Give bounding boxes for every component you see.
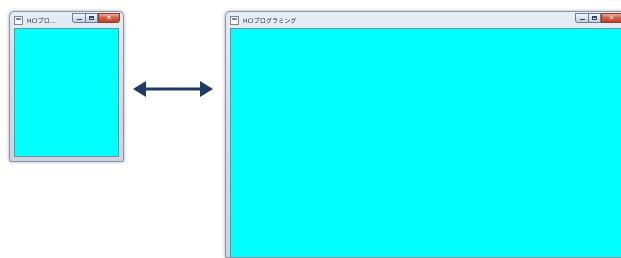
large-close-button[interactable]: ✕ (601, 13, 621, 23)
small-window-caption-buttons: ✕ (72, 13, 120, 23)
small-maximize-button[interactable] (85, 13, 98, 23)
minimize-icon (76, 19, 82, 20)
large-maximize-button[interactable] (588, 13, 601, 23)
app-icon[interactable] (230, 15, 239, 25)
large-window-caption-buttons: ✕ (575, 13, 621, 23)
small-window: HCIプロ... ✕ (9, 11, 124, 162)
minimize-icon (579, 19, 585, 20)
app-icon[interactable] (14, 15, 23, 25)
small-close-button[interactable]: ✕ (98, 13, 120, 23)
large-window-title: HCIプログラミング (243, 17, 297, 25)
close-icon: ✕ (106, 13, 112, 22)
large-window: HCIプログラミング ✕ (225, 11, 621, 258)
large-window-client-area (230, 28, 621, 257)
large-window-titlebar[interactable]: HCIプログラミング (226, 12, 621, 28)
small-window-client-area (14, 28, 119, 157)
close-icon: ✕ (608, 13, 615, 22)
small-minimize-button[interactable] (72, 13, 85, 23)
double-arrow-icon (133, 81, 213, 97)
maximize-icon (592, 16, 597, 20)
large-minimize-button[interactable] (575, 13, 588, 23)
maximize-icon (89, 16, 94, 20)
